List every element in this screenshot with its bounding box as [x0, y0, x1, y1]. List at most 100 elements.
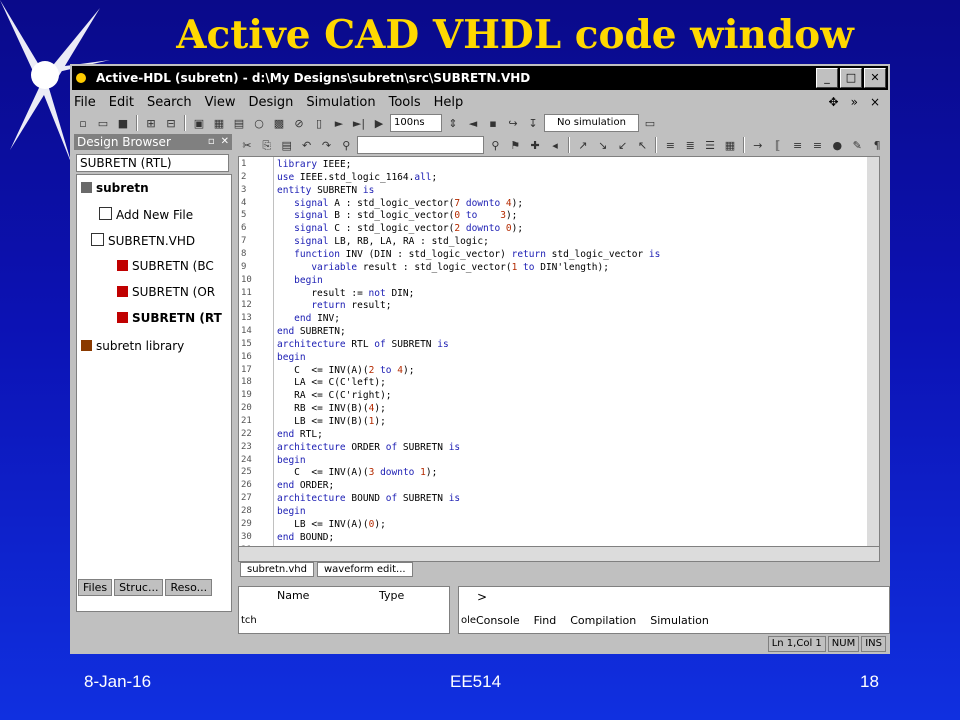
- arrow-right-icon[interactable]: →: [749, 137, 767, 154]
- chevron-more-icon[interactable]: »: [851, 95, 858, 109]
- menu-bar: File Edit Search View Design Simulation …: [74, 92, 886, 112]
- save-icon[interactable]: ■: [114, 115, 132, 132]
- breakpoint-icon[interactable]: ▪: [484, 115, 502, 132]
- prev-bookmark-icon[interactable]: ◂: [546, 137, 564, 154]
- find-icon[interactable]: ⚲: [337, 137, 355, 154]
- tab-resources[interactable]: Reso...: [165, 579, 213, 596]
- tab-waveform-editor[interactable]: waveform edit...: [316, 562, 413, 577]
- tree-item-subretn-vhd[interactable]: SUBRETN.VHD: [91, 233, 195, 248]
- bookmark-icon[interactable]: ⚑: [506, 137, 524, 154]
- chip-icon[interactable]: ▩: [270, 115, 288, 132]
- align-right-icon[interactable]: ≣: [681, 137, 699, 154]
- menu-design[interactable]: Design: [248, 95, 293, 110]
- menu-simulation[interactable]: Simulation: [306, 95, 375, 110]
- horizontal-scrollbar[interactable]: [238, 546, 880, 562]
- menu-file[interactable]: File: [74, 95, 96, 110]
- column-type[interactable]: Type: [379, 589, 404, 602]
- vertical-scrollbar[interactable]: [867, 157, 879, 549]
- paste-icon[interactable]: ▤: [278, 137, 296, 154]
- tree-item-architecture-selected[interactable]: SUBRETN (RT: [117, 311, 222, 325]
- doc-icon[interactable]: ▯: [310, 115, 328, 132]
- stop-icon[interactable]: ⊘: [290, 115, 308, 132]
- step-icon[interactable]: ⇕: [444, 115, 462, 132]
- undo-icon[interactable]: ↶: [298, 137, 316, 154]
- code-line: function INV (DIN : std_logic_vector) re…: [294, 248, 661, 260]
- palette-icon[interactable]: ●: [828, 137, 846, 154]
- run-until-icon[interactable]: ►|: [350, 115, 368, 132]
- indent-icon[interactable]: ↘: [594, 137, 612, 154]
- lines-icon[interactable]: ≡: [789, 137, 807, 154]
- step-back-icon[interactable]: ◄: [464, 115, 482, 132]
- search-combo[interactable]: [357, 136, 485, 154]
- design-selector[interactable]: SUBRETN (RTL): [76, 154, 229, 172]
- code-line: RA <= C(C'right);: [294, 390, 392, 402]
- new-file-icon[interactable]: ▫: [74, 115, 92, 132]
- menu-tools[interactable]: Tools: [389, 95, 421, 110]
- line-number: 15: [241, 338, 252, 349]
- compile-all-icon[interactable]: ⊟: [162, 115, 180, 132]
- outdent-icon[interactable]: ↙: [614, 137, 632, 154]
- trace-into-icon[interactable]: ↧: [524, 115, 542, 132]
- slide-title: Active CAD VHDL code window: [176, 12, 854, 58]
- tab-find[interactable]: Find: [534, 614, 557, 627]
- toolbar-separator: [655, 137, 658, 153]
- menu-close-icon[interactable]: ×: [870, 95, 880, 109]
- bracket-icon[interactable]: ⟦: [769, 137, 787, 154]
- bulb-icon[interactable]: ○: [250, 115, 268, 132]
- filter-icon[interactable]: ▤: [230, 115, 248, 132]
- minimize-button[interactable]: _: [816, 68, 838, 88]
- restart-icon[interactable]: ▭: [641, 115, 659, 132]
- open-file-icon[interactable]: ▭: [94, 115, 112, 132]
- line-number: 14: [241, 326, 252, 337]
- tree-item-library[interactable]: subretn library: [81, 339, 184, 353]
- browser-tabs: Files Struc... Reso...: [78, 579, 213, 596]
- tree-item-architecture[interactable]: SUBRETN (BC: [117, 259, 214, 273]
- window-icon[interactable]: ▣: [190, 115, 208, 132]
- tab-simulation[interactable]: Simulation: [650, 614, 709, 627]
- tab-files[interactable]: Files: [78, 579, 113, 596]
- pen-icon[interactable]: ✎: [848, 137, 866, 154]
- maximize-button[interactable]: □: [840, 68, 862, 88]
- redo-icon[interactable]: ↷: [318, 137, 336, 154]
- find-next-icon[interactable]: ⚲: [486, 137, 504, 154]
- line-number: 17: [241, 364, 252, 375]
- tab-structure[interactable]: Struc...: [114, 579, 164, 596]
- run-icon[interactable]: ►: [330, 115, 348, 132]
- console-prompt[interactable]: >: [477, 590, 487, 604]
- run-for-icon[interactable]: ▶: [370, 115, 388, 132]
- menu-view[interactable]: View: [205, 95, 236, 110]
- move-icon[interactable]: ✥: [829, 95, 839, 109]
- align-left-icon[interactable]: ≡: [661, 137, 679, 154]
- bold-icon[interactable]: ↗: [574, 137, 592, 154]
- trace-over-icon[interactable]: ↪: [504, 115, 522, 132]
- table-icon[interactable]: ▦: [721, 137, 739, 154]
- list-icon[interactable]: ☰: [701, 137, 719, 154]
- comment-icon[interactable]: ↖: [634, 137, 652, 154]
- tile-icon[interactable]: ▦: [210, 115, 228, 132]
- column-name[interactable]: Name: [277, 589, 309, 602]
- lines2-icon[interactable]: ≡: [809, 137, 827, 154]
- pin-icon[interactable]: ▫: [208, 134, 215, 150]
- sim-time-input[interactable]: 100ns: [390, 114, 442, 132]
- tree-item-architecture[interactable]: SUBRETN (OR: [117, 285, 215, 299]
- paragraph-icon[interactable]: ¶: [868, 137, 886, 154]
- copy-icon[interactable]: ⎘: [258, 137, 276, 154]
- close-icon[interactable]: ✕: [221, 134, 229, 150]
- cut-icon[interactable]: ✂: [238, 137, 256, 154]
- compile-icon[interactable]: ⊞: [142, 115, 160, 132]
- tree-item-subretn[interactable]: subretn: [81, 181, 149, 195]
- tab-console[interactable]: Console: [476, 614, 520, 627]
- tree-item-add-new-file[interactable]: Add New File: [99, 207, 193, 222]
- code-line: end RTL;: [277, 428, 323, 440]
- menu-edit[interactable]: Edit: [109, 95, 134, 110]
- code-editor[interactable]: 1 2 3 4 5 6 7 8 9 10 11 12 13 14 15 16 17 18 19 20 21 22 23 24 2…: [238, 156, 880, 550]
- close-button[interactable]: ✕: [864, 68, 886, 88]
- window-titlebar[interactable]: Active-HDL (subretn) - d:\My Designs\sub…: [72, 66, 888, 90]
- code-line: signal A : std_logic_vector(7 downto 4);: [294, 197, 524, 209]
- menu-help[interactable]: Help: [434, 95, 464, 110]
- menu-search[interactable]: Search: [147, 95, 192, 110]
- tab-subretn-vhd[interactable]: subretn.vhd: [240, 562, 314, 577]
- toggle-bookmark-icon[interactable]: ✚: [526, 137, 544, 154]
- tab-compilation[interactable]: Compilation: [570, 614, 636, 627]
- code-area[interactable]: library IEEE; use IEEE.std_logic_1164.all…: [277, 157, 867, 549]
